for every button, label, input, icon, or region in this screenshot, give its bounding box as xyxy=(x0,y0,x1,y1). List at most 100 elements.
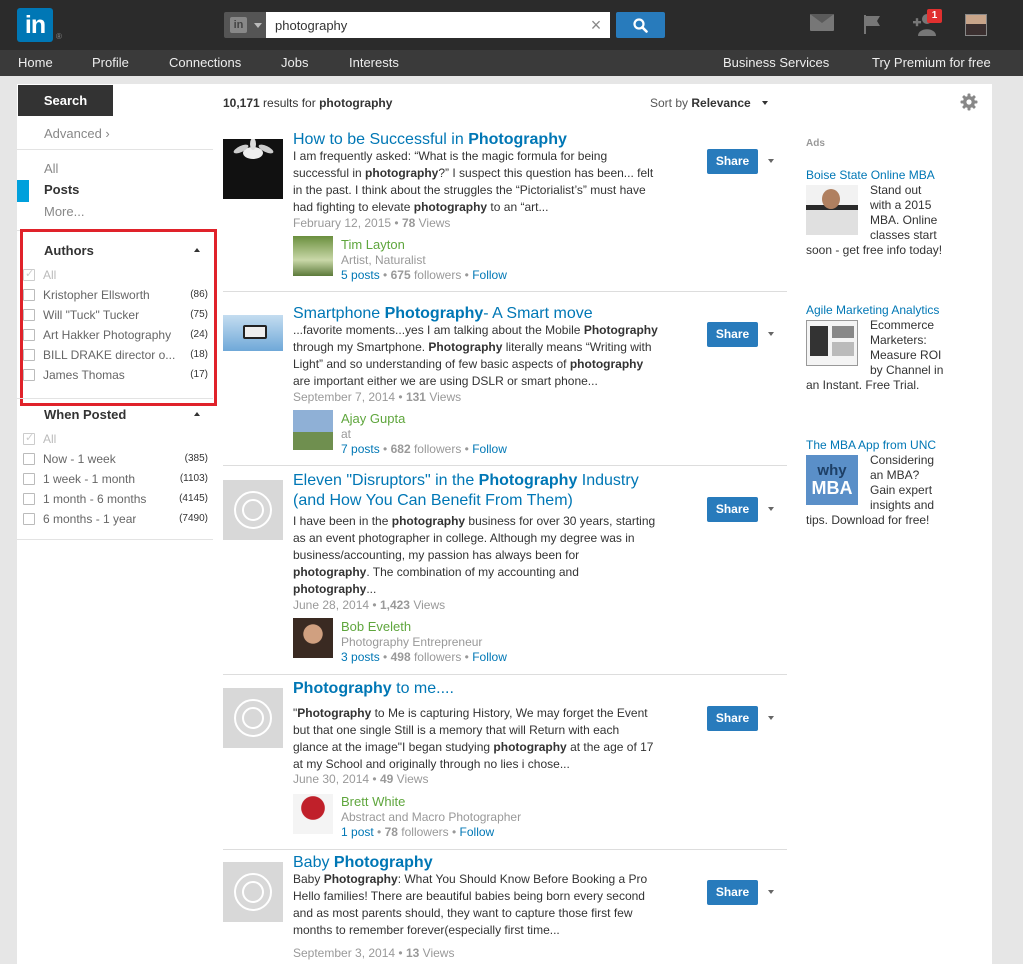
keyword-highlight: photography xyxy=(293,582,367,596)
share-options-icon[interactable] xyxy=(768,507,774,511)
option-label: 1 month - 6 months xyxy=(43,492,147,506)
option-label: 1 week - 1 month xyxy=(43,472,136,486)
scope-posts[interactable]: Posts xyxy=(44,182,79,197)
post-thumbnail[interactable] xyxy=(223,688,283,748)
ad-image[interactable] xyxy=(806,318,870,373)
ad-title[interactable]: The MBA App from UNC xyxy=(806,438,936,452)
left-rail: Search Advanced › All Posts More... Auth… xyxy=(17,84,217,964)
checkbox[interactable] xyxy=(23,473,35,485)
post-thumbnail[interactable] xyxy=(223,139,283,199)
post-title[interactable]: Smartphone Photography- A Smart move xyxy=(293,304,593,324)
search-tab[interactable]: Search xyxy=(18,85,113,116)
checkbox[interactable] xyxy=(23,493,35,505)
snippet-text: I have been in the xyxy=(293,514,392,528)
follow-link[interactable]: Follow xyxy=(472,268,507,282)
scope-all[interactable]: All xyxy=(44,161,58,176)
nav-interests[interactable]: Interests xyxy=(349,50,399,76)
author-name[interactable]: Brett White xyxy=(341,794,405,809)
author-headline: Photography Entrepreneur xyxy=(341,635,483,649)
option-count: (7490) xyxy=(179,513,208,524)
share-options-icon[interactable] xyxy=(768,159,774,163)
follow-link[interactable]: Follow xyxy=(472,650,507,664)
checkbox[interactable] xyxy=(23,513,35,525)
post-title[interactable]: How to be Successful in Photography xyxy=(293,130,567,150)
nav-business-services[interactable]: Business Services xyxy=(723,50,829,76)
sort-dropdown[interactable]: Sort by Relevance xyxy=(650,96,769,110)
keyword-highlight: photography xyxy=(413,200,488,214)
snippet-text: I am frequently asked: “What is the magi… xyxy=(293,149,608,163)
checkbox[interactable] xyxy=(23,453,35,465)
ad-title[interactable]: Boise State Online MBA xyxy=(806,168,935,182)
share-button[interactable]: Share xyxy=(707,322,758,347)
snippet-text: had fighting to elevate xyxy=(293,200,414,214)
search-button[interactable] xyxy=(616,12,665,38)
nav-profile[interactable]: Profile xyxy=(92,50,129,76)
keyword-highlight: photography xyxy=(569,357,644,371)
when-posted-option[interactable]: 6 months - 1 year (7490) xyxy=(23,511,208,527)
post-meta: September 3, 2014 • 13 Views xyxy=(293,946,455,960)
advanced-search-link[interactable]: Advanced › xyxy=(44,126,110,141)
follow-link[interactable]: Follow xyxy=(460,825,495,839)
author-name[interactable]: Tim Layton xyxy=(341,237,405,252)
when-posted-option[interactable]: 1 month - 6 months (4145) xyxy=(23,491,208,507)
nav-connections[interactable]: Connections xyxy=(169,50,241,76)
gear-icon[interactable] xyxy=(960,93,978,111)
linkedin-small-icon: in xyxy=(230,17,247,33)
ad-title[interactable]: Agile Marketing Analytics xyxy=(806,303,939,317)
sort-label: Sort by xyxy=(650,96,689,110)
search-type-dropdown[interactable]: in xyxy=(224,12,266,38)
share-options-icon[interactable] xyxy=(768,332,774,336)
post-meta: September 7, 2014 • 131 Views xyxy=(293,390,462,404)
flag-icon[interactable] xyxy=(862,14,882,34)
scope-more[interactable]: More... xyxy=(44,204,84,219)
post-title[interactable]: Eleven "Disruptors" in the Photography I… xyxy=(293,471,639,511)
when-posted-all-option[interactable]: All xyxy=(23,431,208,447)
author-avatar[interactable] xyxy=(293,236,333,276)
share-options-icon[interactable] xyxy=(768,716,774,720)
keyword-highlight: Photography xyxy=(428,340,503,354)
divider xyxy=(223,849,787,850)
post-title[interactable]: Baby Photography xyxy=(293,853,433,873)
clear-search-icon[interactable]: × xyxy=(585,12,607,38)
nav-home[interactable]: Home xyxy=(18,50,53,76)
envelope-icon[interactable] xyxy=(810,14,834,31)
when-posted-option[interactable]: Now - 1 week (385) xyxy=(23,451,208,467)
option-count: (385) xyxy=(184,453,208,464)
when-posted-facet-title[interactable]: When Posted xyxy=(44,407,126,422)
ad-image[interactable] xyxy=(806,183,870,238)
nav-jobs[interactable]: Jobs xyxy=(281,50,308,76)
share-button[interactable]: Share xyxy=(707,880,758,905)
notification-badge: 1 xyxy=(927,9,942,23)
share-button[interactable]: Share xyxy=(707,706,758,731)
author-name[interactable]: Ajay Gupta xyxy=(341,411,405,426)
share-button[interactable]: Share xyxy=(707,497,758,522)
ad-image[interactable]: why MBA xyxy=(806,453,870,508)
snippet-text: . The combination of my accounting and xyxy=(366,565,579,579)
author-avatar[interactable] xyxy=(293,618,333,658)
search-input[interactable] xyxy=(266,12,610,38)
author-name[interactable]: Bob Eveleth xyxy=(341,619,411,634)
share-options-icon[interactable] xyxy=(768,890,774,894)
avatar[interactable] xyxy=(965,14,987,36)
post-thumbnail[interactable] xyxy=(223,315,283,351)
checkbox[interactable] xyxy=(23,431,35,445)
nav-try-premium[interactable]: Try Premium for free xyxy=(872,50,991,76)
collapse-icon[interactable] xyxy=(194,412,200,416)
post-title[interactable]: Photography to me.... xyxy=(293,679,454,699)
keyword-highlight: photography xyxy=(493,740,567,754)
option-count: (4145) xyxy=(179,493,208,504)
snippet-text: business/accounting, my passion has alwa… xyxy=(293,548,580,562)
snippet-text: Hello families! There are beautiful babi… xyxy=(293,889,645,903)
post-thumbnail[interactable] xyxy=(223,480,283,540)
author-avatar[interactable] xyxy=(293,794,333,834)
follow-link[interactable]: Follow xyxy=(472,442,507,456)
post-thumbnail[interactable] xyxy=(223,862,283,922)
divider xyxy=(17,149,213,150)
when-posted-option[interactable]: 1 week - 1 month (1103) xyxy=(23,471,208,487)
linkedin-logo[interactable]: in xyxy=(17,8,53,42)
ads-label: Ads xyxy=(806,138,825,149)
snippet-text: are important either we are using DSLR o… xyxy=(293,374,598,388)
author-avatar[interactable] xyxy=(293,410,333,450)
share-button[interactable]: Share xyxy=(707,149,758,174)
snippet-text: ...favorite moments...yes I am talking a… xyxy=(293,323,584,337)
